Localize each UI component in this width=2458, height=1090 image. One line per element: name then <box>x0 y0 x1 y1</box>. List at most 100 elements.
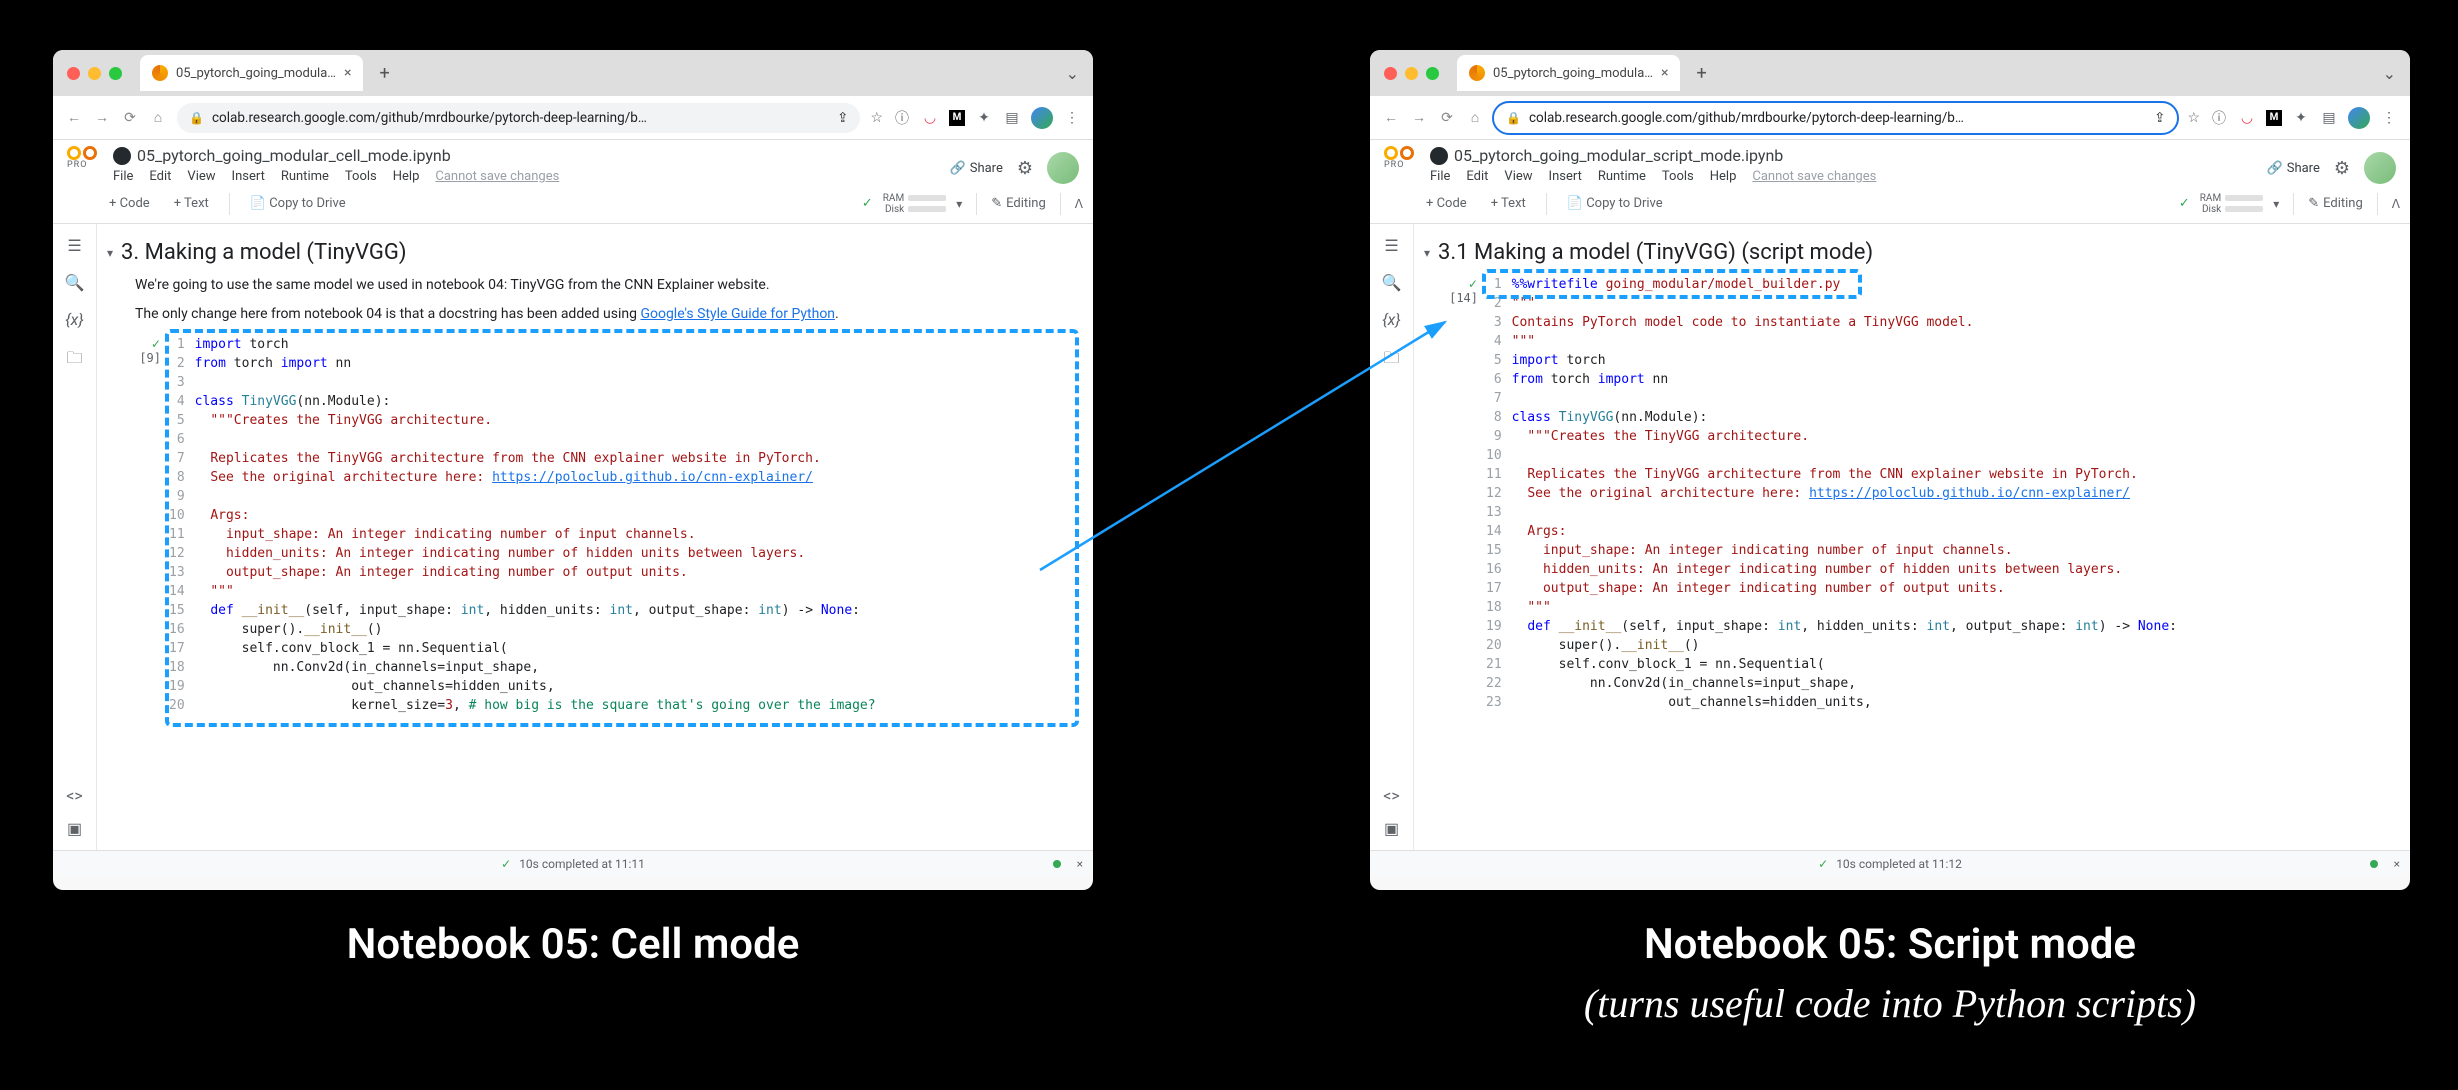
maximize-window-icon[interactable] <box>109 67 122 80</box>
browser-tab[interactable]: 05_pytorch_going_modular_c… × <box>140 55 363 91</box>
share-url-icon[interactable]: ⇪ <box>2154 110 2165 126</box>
menu-tools[interactable]: Tools <box>345 169 377 184</box>
share-button[interactable]: 🔗Share <box>950 161 1003 176</box>
code-cell[interactable]: ✓ [9] 1234567891011121314151617181920 im… <box>107 335 1083 715</box>
search-icon[interactable]: 🔍 <box>65 273 85 292</box>
info-icon[interactable]: ⓘ <box>893 109 911 127</box>
menu-edit[interactable]: Edit <box>149 169 171 184</box>
resource-meter[interactable]: RAM Disk <box>2200 193 2263 215</box>
menu-view[interactable]: View <box>187 169 215 184</box>
forward-button[interactable]: → <box>1410 109 1428 126</box>
toc-icon[interactable]: ☰ <box>1384 236 1398 255</box>
search-icon[interactable]: 🔍 <box>1382 273 1402 292</box>
tab-overflow-icon[interactable]: ⌄ <box>2383 64 2396 83</box>
close-tab-icon[interactable]: × <box>1661 65 1668 81</box>
code-editor[interactable]: 1234567891011121314151617181920 import t… <box>169 335 1083 715</box>
settings-gear-icon[interactable]: ⚙ <box>2334 158 2350 179</box>
resource-meter[interactable]: RAM Disk <box>883 193 946 215</box>
files-icon[interactable]: 🗀 <box>1383 347 1399 374</box>
info-icon[interactable]: ⓘ <box>2210 109 2228 127</box>
style-guide-link[interactable]: Google's Style Guide for Python <box>640 306 835 322</box>
editing-mode-button[interactable]: ✎ Editing <box>991 196 1046 211</box>
ext-m-icon[interactable]: M <box>2266 110 2282 126</box>
menu-runtime[interactable]: Runtime <box>1598 169 1646 184</box>
pocket-icon[interactable]: ◡ <box>2238 109 2256 127</box>
collapse-toolbar-icon[interactable]: ᐱ <box>2392 197 2400 211</box>
profile-avatar-icon[interactable] <box>1031 107 1053 129</box>
share-button[interactable]: 🔗Share <box>2267 161 2320 176</box>
menu-file[interactable]: File <box>113 169 133 184</box>
home-button[interactable]: ⌂ <box>149 109 167 126</box>
bookmark-list-icon[interactable]: ▤ <box>2320 109 2338 127</box>
menu-help[interactable]: Help <box>1710 169 1737 184</box>
close-status-icon[interactable]: × <box>1077 857 1083 871</box>
close-tab-icon[interactable]: × <box>344 65 351 81</box>
reload-button[interactable]: ⟳ <box>1438 110 1456 126</box>
notebook-title[interactable]: 05_pytorch_going_modular_cell_mode.ipynb <box>113 146 940 165</box>
collapse-section-icon[interactable]: ▾ <box>107 246 113 260</box>
code-cell[interactable]: ✓ [14] 123456789101112131415161718192021… <box>1424 275 2400 712</box>
close-status-icon[interactable]: × <box>2394 857 2400 871</box>
close-window-icon[interactable] <box>67 67 80 80</box>
profile-avatar-icon[interactable] <box>2348 107 2370 129</box>
minimize-window-icon[interactable] <box>88 67 101 80</box>
kebab-menu-icon[interactable]: ⋮ <box>2380 109 2398 127</box>
star-icon[interactable]: ☆ <box>870 110 883 126</box>
bookmark-list-icon[interactable]: ▤ <box>1003 109 1021 127</box>
menu-insert[interactable]: Insert <box>232 169 265 184</box>
colab-logo[interactable]: PRO <box>67 146 103 170</box>
menu-runtime[interactable]: Runtime <box>281 169 329 184</box>
new-tab-button[interactable]: + <box>1696 63 1706 84</box>
user-avatar-icon[interactable] <box>2364 152 2396 184</box>
copy-to-drive-button[interactable]: 📄 Copy to Drive <box>1559 192 1671 215</box>
star-icon[interactable]: ☆ <box>2187 110 2200 126</box>
close-window-icon[interactable] <box>1384 67 1397 80</box>
files-icon[interactable]: 🗀 <box>66 347 82 374</box>
share-url-icon[interactable]: ⇪ <box>837 110 848 126</box>
notebook-title[interactable]: 05_pytorch_going_modular_script_mode.ipy… <box>1430 146 2257 165</box>
new-tab-button[interactable]: + <box>379 63 389 84</box>
collapse-toolbar-icon[interactable]: ᐱ <box>1075 197 1083 211</box>
menu-edit[interactable]: Edit <box>1466 169 1488 184</box>
code-editor[interactable]: 1234567891011121314151617181920212223 %%… <box>1486 275 2400 712</box>
toc-icon[interactable]: ☰ <box>67 236 81 255</box>
editing-mode-button[interactable]: ✎ Editing <box>2308 196 2363 211</box>
puzzle-icon[interactable]: ✦ <box>2292 109 2310 127</box>
minimize-window-icon[interactable] <box>1405 67 1418 80</box>
puzzle-icon[interactable]: ✦ <box>975 109 993 127</box>
add-text-button[interactable]: + Text <box>166 192 217 215</box>
url-field[interactable]: 🔒 colab.research.google.com/github/mrdbo… <box>177 103 860 133</box>
variables-icon[interactable]: {x} <box>65 310 83 329</box>
menu-help[interactable]: Help <box>393 169 420 184</box>
collapse-section-icon[interactable]: ▾ <box>1424 246 1430 260</box>
terminal-icon[interactable]: ▣ <box>67 819 82 838</box>
ext-m-icon[interactable]: M <box>949 110 965 126</box>
kebab-menu-icon[interactable]: ⋮ <box>1063 109 1081 127</box>
variables-icon[interactable]: {x} <box>1382 310 1400 329</box>
code-snippets-icon[interactable]: <> <box>66 786 83 805</box>
browser-tab[interactable]: 05_pytorch_going_modular_s… × <box>1457 55 1680 91</box>
back-button[interactable]: ← <box>1382 109 1400 126</box>
home-button[interactable]: ⌂ <box>1466 109 1484 126</box>
tab-overflow-icon[interactable]: ⌄ <box>1066 64 1079 83</box>
terminal-icon[interactable]: ▣ <box>1384 819 1399 838</box>
connect-dropdown-icon[interactable]: ▾ <box>2273 197 2279 211</box>
settings-gear-icon[interactable]: ⚙ <box>1017 158 1033 179</box>
pocket-icon[interactable]: ◡ <box>921 109 939 127</box>
connect-dropdown-icon[interactable]: ▾ <box>956 197 962 211</box>
menu-insert[interactable]: Insert <box>1549 169 1582 184</box>
back-button[interactable]: ← <box>65 109 83 126</box>
code-snippets-icon[interactable]: <> <box>1383 786 1400 805</box>
reload-button[interactable]: ⟳ <box>121 110 139 126</box>
menu-view[interactable]: View <box>1504 169 1532 184</box>
add-code-button[interactable]: + Code <box>1418 192 1475 215</box>
add-code-button[interactable]: + Code <box>101 192 158 215</box>
add-text-button[interactable]: + Text <box>1483 192 1534 215</box>
colab-logo[interactable]: PRO <box>1384 146 1420 170</box>
menu-tools[interactable]: Tools <box>1662 169 1694 184</box>
copy-to-drive-button[interactable]: 📄 Copy to Drive <box>242 192 354 215</box>
url-field[interactable]: 🔒 colab.research.google.com/github/mrdbo… <box>1494 103 2177 133</box>
menu-file[interactable]: File <box>1430 169 1450 184</box>
maximize-window-icon[interactable] <box>1426 67 1439 80</box>
forward-button[interactable]: → <box>93 109 111 126</box>
